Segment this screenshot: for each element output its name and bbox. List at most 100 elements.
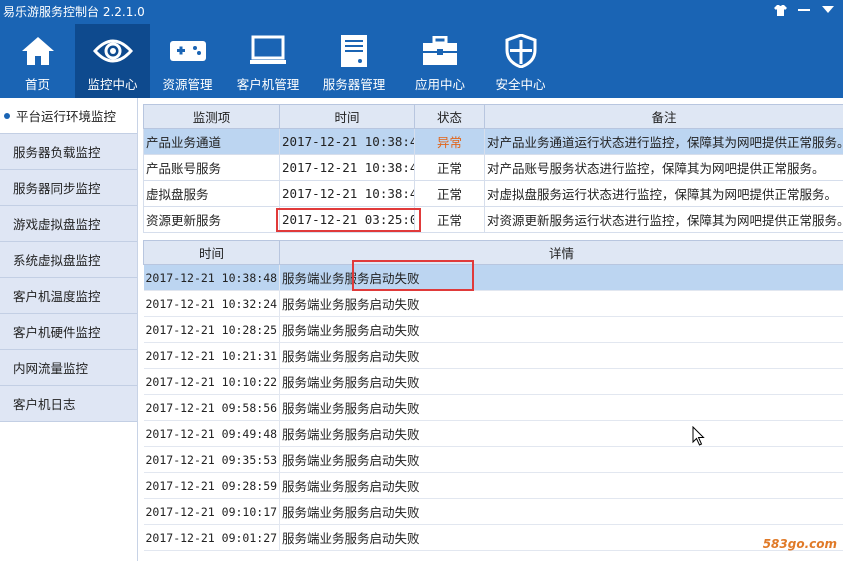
log-detail: 服务端业务服务启动失败 xyxy=(279,420,843,447)
nav-home[interactable]: 首页 xyxy=(0,24,75,98)
log-detail: 服务端业务服务启动失败 xyxy=(279,446,843,473)
window-controls xyxy=(773,4,835,16)
monitor-note: 对虚拟盘服务运行状态进行监控，保障其为网吧提供正常服务。 xyxy=(484,180,843,207)
nav-security-center[interactable]: 安全中心 xyxy=(483,24,558,98)
log-detail: 服务端业务服务启动失败 xyxy=(279,394,843,421)
log-time: 2017-12-21 09:58:56 xyxy=(143,394,280,421)
column-header[interactable]: 监测项 xyxy=(143,104,280,129)
sidebar-item-platform-env[interactable]: 平台运行环境监控 xyxy=(0,98,137,134)
log-time: 2017-12-21 10:38:48 xyxy=(143,264,280,291)
log-body: 2017-12-21 10:38:48 服务端业务服务启动失败 2017-12-21… xyxy=(143,264,843,551)
log-detail: 服务端业务服务启动失败 xyxy=(279,290,843,317)
log-detail: 服务端业务服务启动失败 xyxy=(279,524,843,551)
sidebar-item-label: 游戏虚拟盘监控 xyxy=(13,217,101,232)
nav-label: 首页 xyxy=(24,77,50,92)
monitor-time: 2017-12-21 03:25:05 xyxy=(279,206,415,233)
monitor-note: 对资源更新服务运行状态进行监控，保障其为网吧提供正常服务。 xyxy=(484,206,843,233)
sidebar-item-label: 系统虚拟盘监控 xyxy=(13,253,101,268)
status-badge: 正常 xyxy=(414,154,485,181)
dropdown-menu-icon[interactable] xyxy=(821,4,835,16)
skin-icon[interactable] xyxy=(773,4,787,16)
log-row[interactable]: 2017-12-21 09:58:56 服务端业务服务启动失败 xyxy=(143,394,843,421)
sidebar-item-lan-traffic[interactable]: 内网流量监控 xyxy=(0,350,137,386)
nav-server-management[interactable]: 服务器管理 xyxy=(311,24,397,98)
sidebar-item-label: 客户机硬件监控 xyxy=(13,325,101,340)
column-header[interactable]: 备注 xyxy=(484,104,843,129)
sidebar-item-label: 平台运行环境监控 xyxy=(16,109,117,124)
monitor-note: 对产品业务通道运行状态进行监控，保障其为网吧提供正常服务。 xyxy=(484,128,843,155)
app-title: 易乐游服务控制台 2.2.1.0 xyxy=(3,5,145,19)
status-badge: 正常 xyxy=(414,206,485,233)
watermark: 583go.com xyxy=(762,537,837,551)
nav-app-center[interactable]: 应用中心 xyxy=(397,24,483,98)
column-header[interactable]: 时间 xyxy=(279,104,415,129)
log-time: 2017-12-21 10:28:25 xyxy=(143,316,280,343)
log-detail: 服务端业务服务启动失败 xyxy=(279,316,843,343)
sidebar-item-client-temp[interactable]: 客户机温度监控 xyxy=(0,278,137,314)
monitor-item: 虚拟盘服务 xyxy=(143,180,280,207)
table-row[interactable]: 虚拟盘服务 2017-12-21 10:38:48 正常 对虚拟盘服务运行状态进… xyxy=(143,180,843,207)
status-badge: 异常 xyxy=(414,128,485,155)
log-row[interactable]: 2017-12-21 09:49:48 服务端业务服务启动失败 xyxy=(143,420,843,447)
monitor-time: 2017-12-21 10:38:47 xyxy=(279,154,415,181)
log-row[interactable]: 2017-12-21 09:35:53 服务端业务服务启动失败 xyxy=(143,446,843,473)
column-header[interactable]: 时间 xyxy=(143,240,280,265)
eye-icon xyxy=(92,32,133,70)
nav-resource-management[interactable]: 资源管理 xyxy=(150,24,225,98)
log-row[interactable]: 2017-12-21 10:28:25 服务端业务服务启动失败 xyxy=(143,316,843,343)
monitor-item: 资源更新服务 xyxy=(143,206,280,233)
nav-label: 资源管理 xyxy=(162,77,213,92)
toolbox-icon xyxy=(422,32,458,70)
server-icon xyxy=(340,32,368,70)
monitor-time: 2017-12-21 10:38:48 xyxy=(279,128,415,155)
log-row[interactable]: 2017-12-21 09:10:17 服务端业务服务启动失败 xyxy=(143,498,843,525)
sidebar-item-game-vdisk[interactable]: 游戏虚拟盘监控 xyxy=(0,206,137,242)
sidebar-item-label: 内网流量监控 xyxy=(13,361,89,376)
sidebar-item-client-log[interactable]: 客户机日志 xyxy=(0,386,137,422)
log-detail: 服务端业务服务启动失败 xyxy=(279,264,843,291)
log-detail: 服务端业务服务启动失败 xyxy=(279,498,843,525)
monitor-item: 产品账号服务 xyxy=(143,154,280,181)
sidebar-item-label: 客户机日志 xyxy=(13,397,76,412)
sidebar-item-label: 服务器同步监控 xyxy=(13,181,101,196)
table-row[interactable]: 产品账号服务 2017-12-21 10:38:47 正常 对产品账号服务状态进… xyxy=(143,154,843,181)
monitor-icon xyxy=(250,32,286,70)
table-row[interactable]: 资源更新服务 2017-12-21 03:25:05 正常 对资源更新服务运行状… xyxy=(143,206,843,233)
shield-icon xyxy=(505,32,537,70)
log-row[interactable]: 2017-12-21 09:01:27 服务端业务服务启动失败 xyxy=(143,524,843,551)
main-nav: 首页 监控中心 资源管理 客户机管理 服务器管理 应用中心 安全中心 xyxy=(0,24,558,98)
log-row[interactable]: 2017-12-21 10:10:22 服务端业务服务启动失败 xyxy=(143,368,843,395)
log-row[interactable]: 2017-12-21 09:28:59 服务端业务服务启动失败 xyxy=(143,472,843,499)
log-time: 2017-12-21 09:49:48 xyxy=(143,420,280,447)
sidebar-item-label: 客户机温度监控 xyxy=(13,289,101,304)
top-bar: 易乐游服务控制台 2.2.1.0 首页 监控中心 资源管理 客户机管理 服务器管… xyxy=(0,0,843,98)
log-row[interactable]: 2017-12-21 10:21:31 服务端业务服务启动失败 xyxy=(143,342,843,369)
column-header[interactable]: 状态 xyxy=(414,104,485,129)
nav-label: 客户机管理 xyxy=(236,77,300,92)
log-detail: 服务端业务服务启动失败 xyxy=(279,368,843,395)
log-row[interactable]: 2017-12-21 10:38:48 服务端业务服务启动失败 xyxy=(143,264,843,291)
nav-label: 安全中心 xyxy=(495,77,546,92)
status-badge: 正常 xyxy=(414,180,485,207)
log-time: 2017-12-21 10:10:22 xyxy=(143,368,280,395)
minimize-icon[interactable] xyxy=(797,4,811,16)
log-table: 时间 详情 2017-12-21 10:38:48 服务端业务服务启动失败 2017… xyxy=(143,240,843,551)
sidebar-item-label: 服务器负载监控 xyxy=(13,145,101,160)
sidebar-item-client-hardware[interactable]: 客户机硬件监控 xyxy=(0,314,137,350)
sidebar-item-system-vdisk[interactable]: 系统虚拟盘监控 xyxy=(0,242,137,278)
log-time: 2017-12-21 09:28:59 xyxy=(143,472,280,499)
log-time: 2017-12-21 09:35:53 xyxy=(143,446,280,473)
log-detail: 服务端业务服务启动失败 xyxy=(279,472,843,499)
main-content: 监测项 时间 状态 备注 产品业务通道 2017-12-21 10:38:48 … xyxy=(143,104,843,561)
log-row[interactable]: 2017-12-21 10:32:24 服务端业务服务启动失败 xyxy=(143,290,843,317)
sidebar-item-server-load[interactable]: 服务器负载监控 xyxy=(0,134,137,170)
sidebar-item-server-sync[interactable]: 服务器同步监控 xyxy=(0,170,137,206)
table-row[interactable]: 产品业务通道 2017-12-21 10:38:48 异常 对产品业务通道运行状… xyxy=(143,128,843,155)
nav-client-management[interactable]: 客户机管理 xyxy=(225,24,311,98)
monitor-item: 产品业务通道 xyxy=(143,128,280,155)
mouse-cursor-icon xyxy=(692,425,705,449)
nav-monitor-center[interactable]: 监控中心 xyxy=(75,24,150,98)
home-icon xyxy=(20,32,56,70)
log-detail: 服务端业务服务启动失败 xyxy=(279,342,843,369)
column-header[interactable]: 详情 xyxy=(279,240,843,265)
